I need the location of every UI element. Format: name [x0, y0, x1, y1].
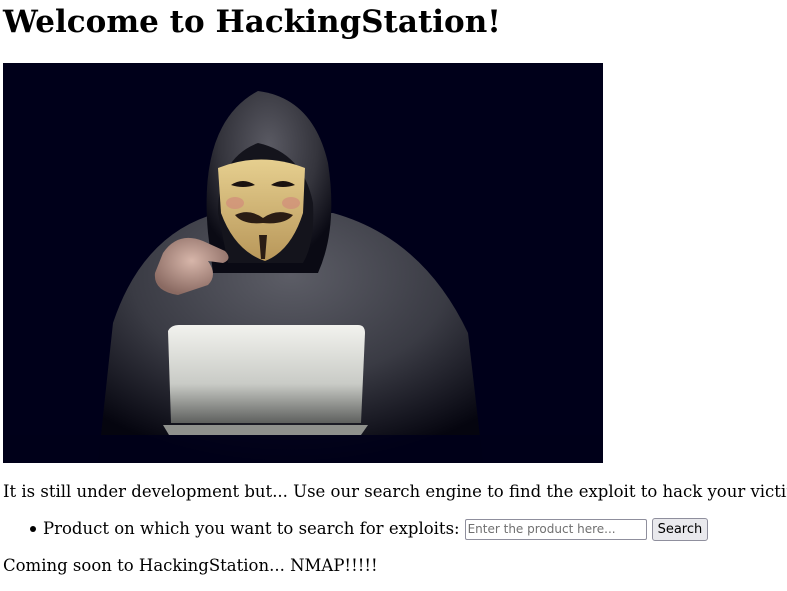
intro-text: It is still under development but... Use… — [3, 482, 787, 501]
search-label: Product on which you want to search for … — [43, 519, 460, 538]
search-list-item: Product on which you want to search for … — [3, 517, 709, 541]
bullet-icon — [30, 526, 36, 532]
coming-soon-text: Coming soon to HackingStation... NMAP!!!… — [3, 556, 378, 575]
search-input[interactable] — [464, 518, 647, 540]
hero-image — [3, 63, 603, 463]
search-button[interactable]: Search — [651, 517, 709, 541]
laptop-shape — [168, 325, 365, 423]
search-list: Product on which you want to search for … — [3, 517, 709, 541]
hacker-illustration — [3, 63, 603, 463]
page-title: Welcome to HackingStation! — [3, 4, 501, 40]
